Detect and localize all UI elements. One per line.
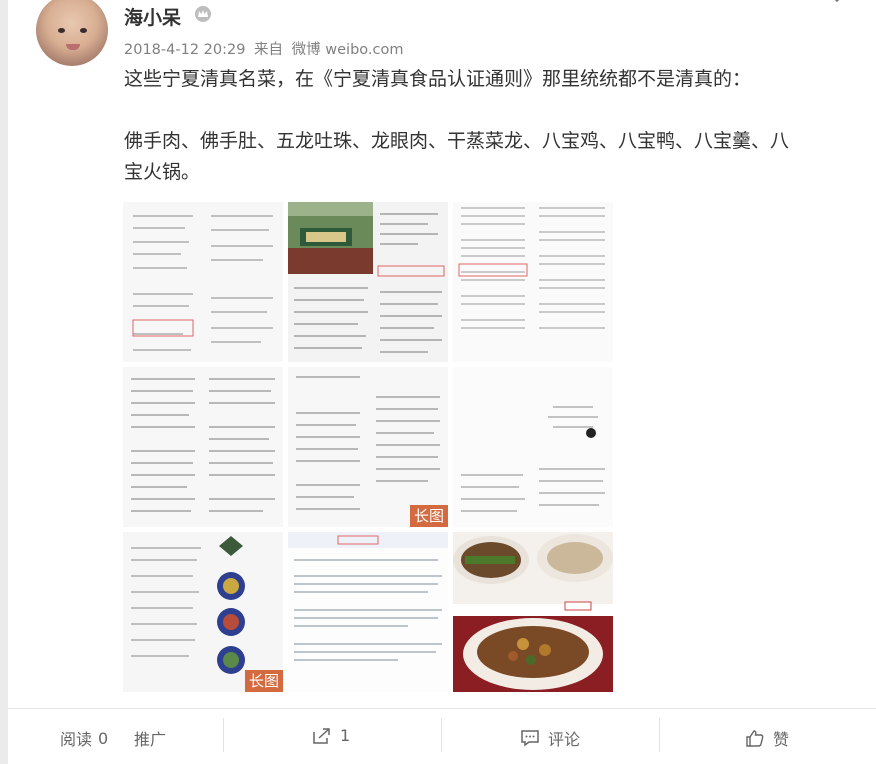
decorative-pattern-image [123,532,283,692]
image-thumbnail[interactable] [453,532,613,692]
promote-button[interactable]: 推广 [134,726,166,750]
chevron-down-icon[interactable] [830,0,844,6]
document-scan-image [123,202,283,362]
food-photo-image [453,532,613,692]
read-count-value: 0 [98,728,109,748]
username[interactable]: 海小呆 [124,3,181,30]
share-count: 1 [340,726,351,745]
image-thumbnail[interactable] [288,202,448,362]
thumbs-up-icon [746,730,764,747]
crown-badge-icon[interactable] [194,5,212,23]
divider [441,718,442,752]
image-thumbnail[interactable] [453,367,613,527]
comment-label: 评论 [548,730,581,749]
post-text-line: 这些宁夏清真名菜，在《宁夏清真食品认证通则》那里统统都不是清真的： [124,68,752,90]
document-scan-image [453,367,613,527]
storefront-screenshot-image [288,202,448,362]
like-label: 赞 [773,730,790,749]
webpage-screenshot-image [288,532,448,692]
post-text-line: 佛手肉、佛手肚、五龙吐珠、龙眼肉、干蒸菜龙、八宝鸡、八宝鸭、八宝羹、八 [124,130,790,152]
read-label: 阅读 [60,730,93,749]
divider [659,718,660,752]
image-thumbnail[interactable]: 长图 [123,532,283,692]
comment-icon [521,730,539,747]
promote-label: 推广 [134,730,167,749]
image-thumbnail[interactable] [288,532,448,692]
post-timestamp[interactable]: 2018-4-12 20:29 [124,42,245,58]
image-grid: 长图 长图 [123,202,613,693]
read-count: 阅读 0 [60,726,108,750]
image-thumbnail[interactable] [453,202,613,362]
image-thumbnail[interactable] [123,202,283,362]
share-button[interactable]: 1 [312,726,350,745]
divider [223,718,224,752]
document-scan-image [123,367,283,527]
document-scan-image [453,202,613,362]
post-text: 这些宁夏清真名菜，在《宁夏清真食品认证通则》那里统统都不是清真的： 佛手肉、佛手… [124,64,844,188]
comment-button[interactable]: 评论 [520,726,580,750]
document-scan-image [288,367,448,527]
share-icon [313,727,330,744]
image-thumbnail[interactable] [123,367,283,527]
post-source-prefix: 来自 [254,42,284,58]
like-button[interactable]: 赞 [745,726,789,750]
long-image-label: 长图 [409,505,448,527]
post-text-line: 宝火锅。 [124,161,201,183]
post-meta: 2018-4-12 20:29 来自 微博 weibo.com [124,38,407,59]
post-source[interactable]: 微博 weibo.com [292,42,404,58]
image-thumbnail[interactable]: 长图 [288,367,448,527]
long-image-label: 长图 [244,670,283,692]
